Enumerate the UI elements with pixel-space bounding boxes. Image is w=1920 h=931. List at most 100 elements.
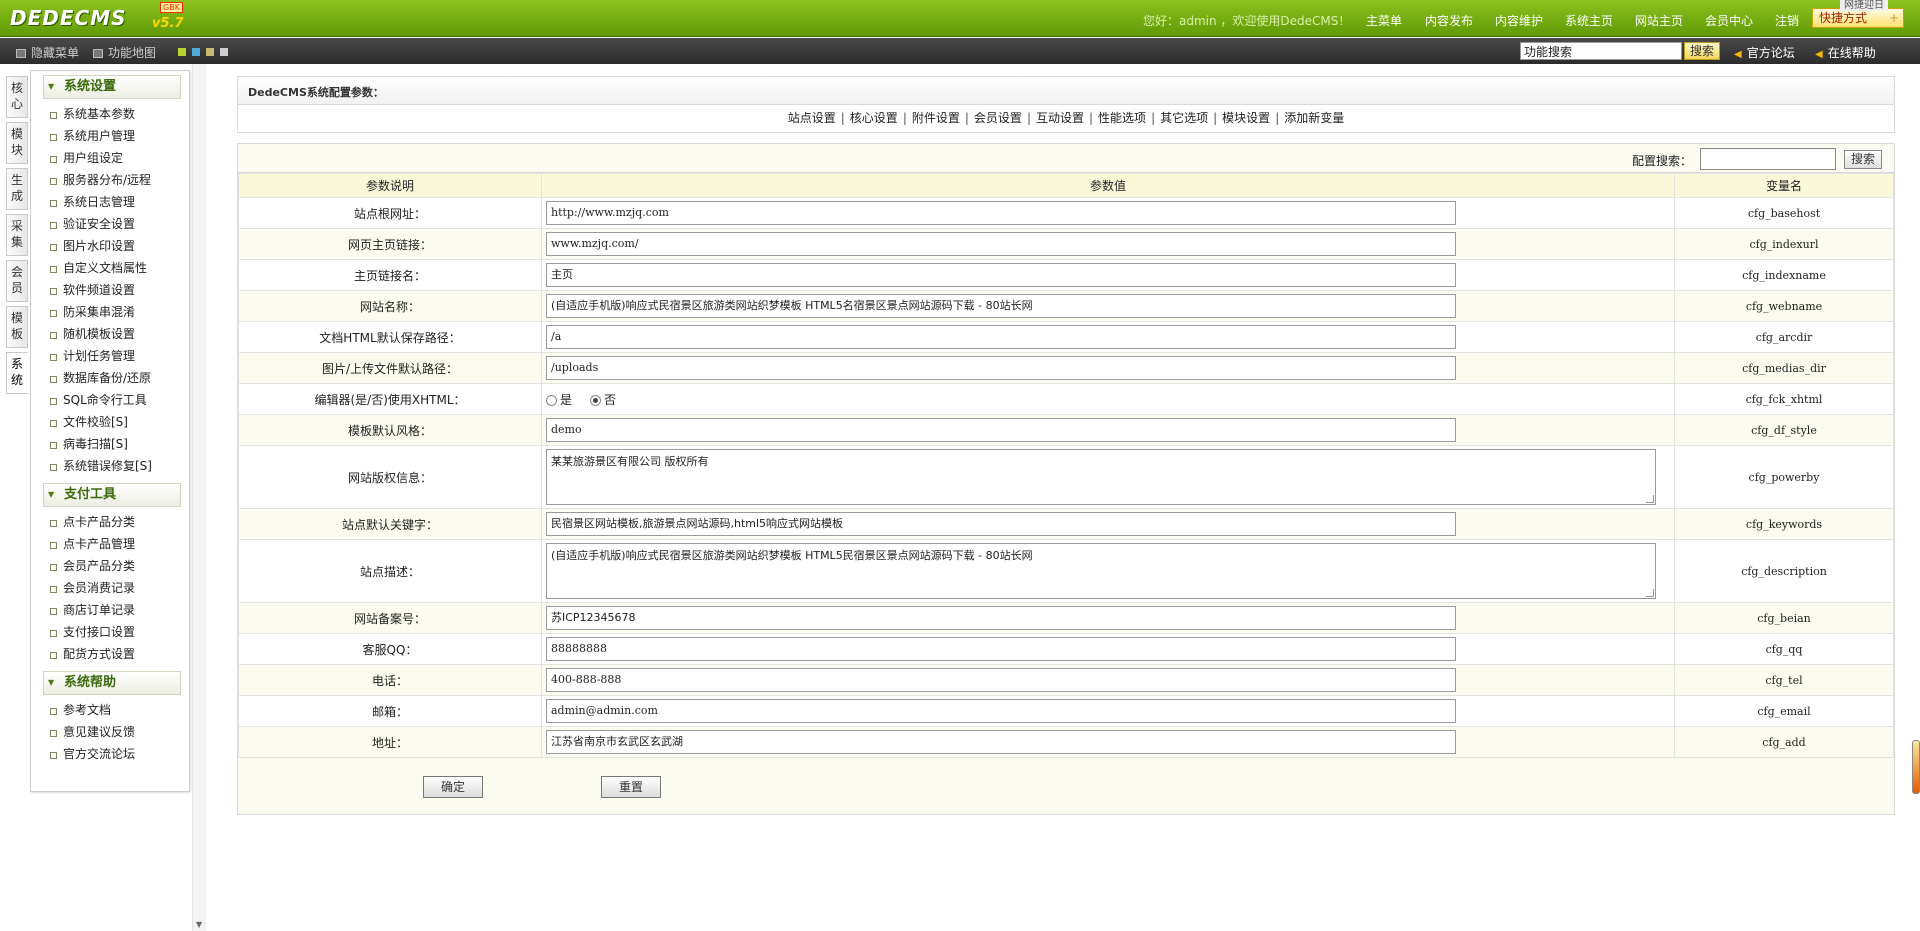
menu-item[interactable]: 参考文档 <box>31 699 189 721</box>
cfg_medias_dir-input[interactable]: /uploads <box>546 356 1456 380</box>
menu-item-label: SQL命令行工具 <box>63 393 147 407</box>
config-tab[interactable]: 附件设置 <box>908 111 964 125</box>
cfg_beian-input[interactable]: 苏ICP12345678 <box>546 606 1456 630</box>
function-search-input[interactable]: 功能搜索 <box>1520 42 1682 60</box>
var-name: cfg_beian <box>1674 602 1894 634</box>
menu-item[interactable]: 官方交流论坛 <box>31 743 189 765</box>
vtab-0[interactable]: 核心 <box>6 76 28 118</box>
menu-item[interactable]: 文件校验[S] <box>31 411 189 433</box>
config-tab[interactable]: 性能选项 <box>1094 111 1150 125</box>
menu-item[interactable]: 用户组设定 <box>31 147 189 169</box>
menu-item[interactable]: SQL命令行工具 <box>31 389 189 411</box>
cfg_basehost-input[interactable]: http://www.mzjq.com <box>546 201 1456 225</box>
menu-item[interactable]: 意见建议反馈 <box>31 721 189 743</box>
hide-menu-button[interactable]: 隐藏菜单 <box>16 44 79 61</box>
config-tab[interactable]: 添加新变量 <box>1280 111 1348 125</box>
table-row: 模板默认风格： demo cfg_df_style <box>238 414 1894 446</box>
nav-content-maintain[interactable]: 内容维护 <box>1495 12 1543 29</box>
menu-item[interactable]: 点卡产品分类 <box>31 511 189 533</box>
col-header-desc: 参数说明 <box>238 173 542 198</box>
scroll-down-icon[interactable]: ▼ <box>196 920 202 929</box>
vtab-6[interactable]: 系统 <box>6 352 28 394</box>
menu-item[interactable]: 数据库备份/还原 <box>31 367 189 389</box>
menu-item[interactable]: 自定义文档属性 <box>31 257 189 279</box>
menu-group-header[interactable]: ▼ 系统帮助 <box>43 671 181 695</box>
menu-item[interactable]: 软件频道设置 <box>31 279 189 301</box>
param-value-cell: http://www.mzjq.com <box>541 197 1675 229</box>
theme-swatch-4[interactable] <box>220 48 228 56</box>
config-tab[interactable]: 模块设置 <box>1218 111 1274 125</box>
radio-no[interactable] <box>590 394 602 406</box>
cfg_email-input[interactable]: admin@admin.com <box>546 699 1456 723</box>
theme-swatch-2[interactable] <box>192 48 200 56</box>
vtab-2[interactable]: 生成 <box>6 168 28 210</box>
cfg_qq-input[interactable]: 88888888 <box>546 637 1456 661</box>
nav-member-center[interactable]: 会员中心 <box>1705 12 1753 29</box>
vtab-5[interactable]: 模板 <box>6 306 28 348</box>
menu-item[interactable]: 配货方式设置 <box>31 643 189 665</box>
vtab-3[interactable]: 采集 <box>6 214 28 256</box>
menu-item[interactable]: 商店订单记录 <box>31 599 189 621</box>
cfg_indexname-input[interactable]: 主页 <box>546 263 1456 287</box>
function-search-button[interactable]: 搜索 <box>1684 42 1720 60</box>
config-tab[interactable]: 互动设置 <box>1032 111 1088 125</box>
param-label: 编辑器(是/否)使用XHTML： <box>238 383 542 415</box>
theme-swatch-1[interactable] <box>178 48 186 56</box>
var-name: cfg_webname <box>1674 290 1894 322</box>
cfg_tel-input[interactable]: 400-888-888 <box>546 668 1456 692</box>
hide-menu-label: 隐藏菜单 <box>31 46 80 60</box>
cfg_df_style-input[interactable]: demo <box>546 418 1456 442</box>
quick-menu-button[interactable]: 快捷方式 + <box>1812 8 1904 28</box>
nav-system-home[interactable]: 系统主页 <box>1565 12 1613 29</box>
vtab-1[interactable]: 模块 <box>6 122 28 164</box>
cfg_add-input[interactable]: 江苏省南京市玄武区玄武湖 <box>546 730 1456 754</box>
official-forum-link[interactable]: ◀ 官方论坛 <box>1734 44 1795 61</box>
reset-button[interactable]: 重置 <box>601 776 661 798</box>
config-search-input[interactable] <box>1700 148 1836 170</box>
config-tab[interactable]: 其它选项 <box>1156 111 1212 125</box>
menu-item[interactable]: 系统基本参数 <box>31 103 189 125</box>
menu-item[interactable]: 验证安全设置 <box>31 213 189 235</box>
menu-item[interactable]: 计划任务管理 <box>31 345 189 367</box>
theme-swatch-3[interactable] <box>206 48 214 56</box>
config-tab[interactable]: 会员设置 <box>970 111 1026 125</box>
menu-item[interactable]: 服务器分布/远程 <box>31 169 189 191</box>
ok-button[interactable]: 确定 <box>423 776 483 798</box>
radio-yes[interactable] <box>546 394 557 406</box>
menu-item[interactable]: 病毒扫描[S] <box>31 433 189 455</box>
left-scrollbar[interactable]: ▼ <box>192 64 206 931</box>
online-help-link[interactable]: ◀ 在线帮助 <box>1815 44 1876 61</box>
cfg_powerby-textarea[interactable]: 某某旅游景区有限公司 版权所有 <box>546 449 1656 505</box>
config-tab[interactable]: 站点设置 <box>784 111 840 125</box>
cfg_arcdir-input[interactable]: /a <box>546 325 1456 349</box>
config-tab[interactable]: 核心设置 <box>846 111 902 125</box>
cfg_description-textarea[interactable]: (自适应手机版)响应式民宿景区旅游类网站织梦模板 HTML5民宿景区景点网站源码… <box>546 543 1656 599</box>
cfg_webname-input[interactable]: (自适应手机版)响应式民宿景区旅游类网站织梦模板 HTML5名宿景区景点网站源码… <box>546 294 1456 318</box>
func-map-button[interactable]: 功能地图 <box>93 44 156 61</box>
menu-item[interactable]: 系统日志管理 <box>31 191 189 213</box>
menu-item-label: 病毒扫描[S] <box>63 437 128 451</box>
menu-item[interactable]: 会员消费记录 <box>31 577 189 599</box>
menu-item[interactable]: 图片水印设置 <box>31 235 189 257</box>
menu-item-label: 系统错误修复[S] <box>63 459 152 473</box>
menu-item[interactable]: 会员产品分类 <box>31 555 189 577</box>
nav-main-menu[interactable]: 主菜单 <box>1366 12 1402 29</box>
var-name: cfg_indexurl <box>1674 228 1894 260</box>
config-search-button[interactable]: 搜索 <box>1844 150 1882 169</box>
menu-item[interactable]: 点卡产品管理 <box>31 533 189 555</box>
nav-site-home[interactable]: 网站主页 <box>1635 12 1683 29</box>
config-search-row: 配置搜索： 搜索 <box>238 144 1894 173</box>
menu-item[interactable]: 防采集串混淆 <box>31 301 189 323</box>
cfg_keywords-input[interactable]: 民宿景区网站模板,旅游景点网站源码,html5响应式网站模板 <box>546 512 1456 536</box>
cfg_indexurl-input[interactable]: www.mzjq.com/ <box>546 232 1456 256</box>
nav-logout[interactable]: 注销 <box>1775 12 1799 29</box>
menu-item[interactable]: 系统用户管理 <box>31 125 189 147</box>
menu-group-header[interactable]: ▼ 系统设置 <box>43 75 181 99</box>
menu-item[interactable]: 支付接口设置 <box>31 621 189 643</box>
menu-group-header[interactable]: ▼ 支付工具 <box>43 483 181 507</box>
menu-item[interactable]: 随机模板设置 <box>31 323 189 345</box>
right-scroll-thumb[interactable] <box>1912 740 1920 794</box>
vtab-4[interactable]: 会员 <box>6 260 28 302</box>
menu-item[interactable]: 系统错误修复[S] <box>31 455 189 477</box>
nav-content-publish[interactable]: 内容发布 <box>1425 12 1473 29</box>
